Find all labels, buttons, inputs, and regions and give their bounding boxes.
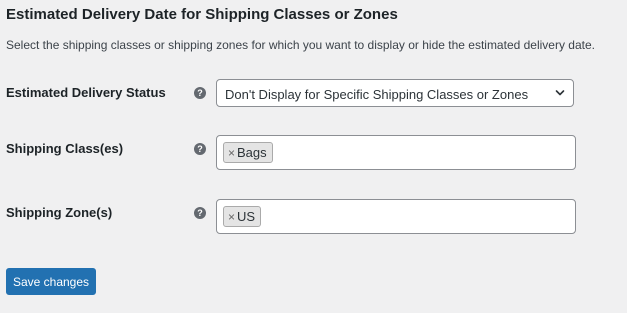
delivery-status-help-icon[interactable]: ?: [194, 87, 206, 99]
shipping-zone-tag: × US: [223, 206, 262, 227]
section-description: Select the shipping classes or shipping …: [6, 38, 595, 52]
shipping-classes-label: Shipping Class(es): [6, 141, 124, 156]
shipping-zones-label: Shipping Zone(s): [6, 205, 113, 220]
shipping-class-tag: × Bags: [223, 142, 273, 163]
save-changes-button[interactable]: Save changes: [6, 268, 96, 295]
shipping-zones-multiselect[interactable]: × US: [216, 199, 576, 234]
shipping-classes-multiselect[interactable]: × Bags: [216, 135, 576, 170]
tag-remove-icon[interactable]: ×: [228, 147, 235, 159]
shipping-zones-help-icon[interactable]: ?: [194, 207, 206, 219]
shipping-classes-help-icon[interactable]: ?: [194, 143, 206, 155]
tag-label: Bags: [237, 145, 267, 160]
delivery-status-select[interactable]: Don't Display for Specific Shipping Clas…: [216, 79, 574, 107]
tag-remove-icon[interactable]: ×: [228, 211, 235, 223]
chevron-down-icon: [555, 90, 565, 96]
tag-label: US: [237, 209, 256, 224]
delivery-status-selected-value: Don't Display for Specific Shipping Clas…: [225, 87, 529, 102]
section-title: Estimated Delivery Date for Shipping Cla…: [6, 6, 398, 23]
settings-page: Estimated Delivery Date for Shipping Cla…: [0, 0, 627, 313]
delivery-status-label: Estimated Delivery Status: [6, 85, 166, 100]
